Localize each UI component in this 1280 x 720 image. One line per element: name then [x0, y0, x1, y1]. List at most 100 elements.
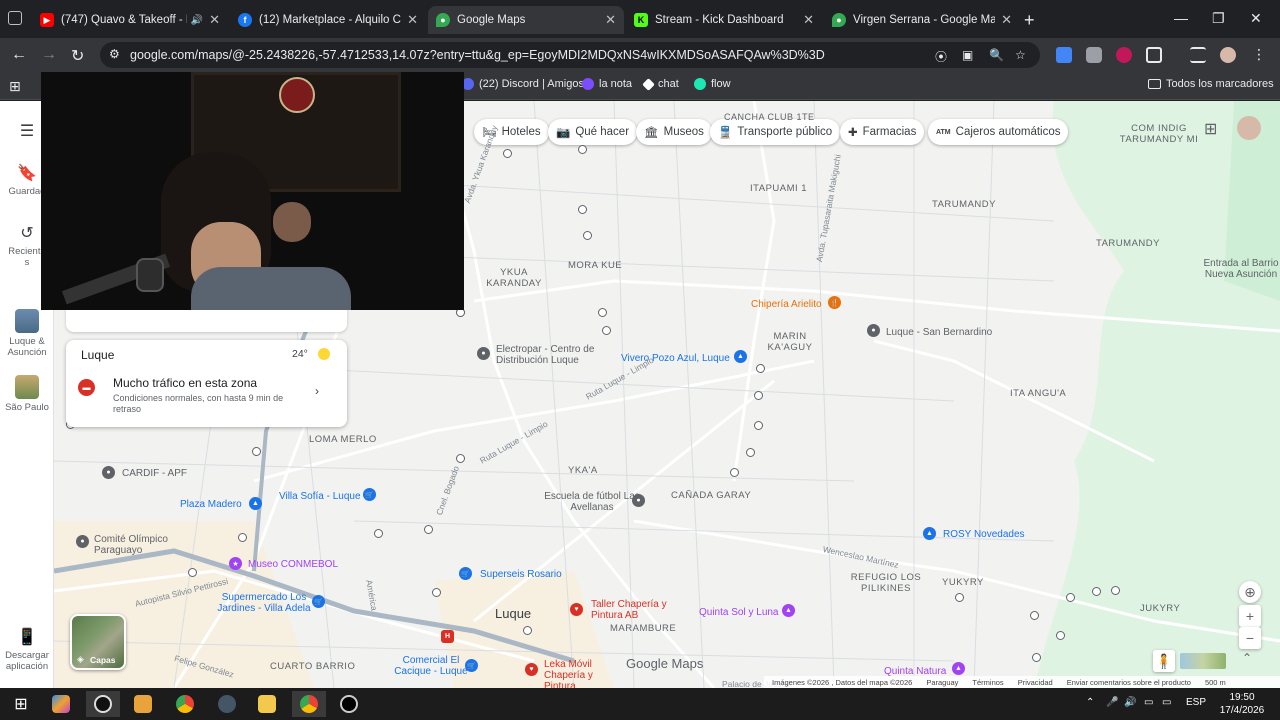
bus-stop-icon[interactable]: [1056, 631, 1065, 640]
footer-terms[interactable]: Términos: [972, 678, 1003, 687]
zoom-in-button[interactable]: +: [1239, 605, 1261, 627]
taskbar-chrome[interactable]: [168, 691, 202, 717]
close-tab-icon[interactable]: ✕: [803, 12, 814, 28]
bus-stop-icon[interactable]: [602, 326, 611, 335]
shopping-pin-icon[interactable]: 🛒: [363, 488, 376, 501]
place-label[interactable]: ROSY Novedades: [943, 529, 1025, 540]
chip-museums[interactable]: 🏛 Museos: [636, 119, 712, 145]
camera-extension-icon[interactable]: [1086, 47, 1102, 63]
bus-stop-icon[interactable]: [1032, 653, 1041, 662]
bus-stop-icon[interactable]: [374, 529, 383, 538]
repair-pin-icon[interactable]: ♥: [525, 663, 538, 676]
chevron-right-icon[interactable]: ›: [315, 384, 319, 398]
bookmark-flow[interactable]: flow: [694, 78, 731, 90]
install-app-icon[interactable]: ▣: [962, 48, 973, 62]
volume-icon[interactable]: 🔊: [1124, 697, 1136, 708]
bus-stop-icon[interactable]: [432, 588, 441, 597]
footer-privacy[interactable]: Privacidad: [1018, 678, 1053, 687]
bus-stop-icon[interactable]: [252, 447, 261, 456]
place-label[interactable]: Chipería Arielito: [751, 299, 822, 310]
recent-place-luque[interactable]: Luque & Asunción: [0, 309, 54, 358]
bookmark-la-nota[interactable]: la nota: [582, 78, 632, 90]
place-pin-icon[interactable]: ●: [477, 347, 490, 360]
my-location-button[interactable]: ⊕: [1239, 581, 1261, 603]
bus-stop-icon[interactable]: [188, 568, 197, 577]
bus-stop-icon[interactable]: [578, 205, 587, 214]
download-app-button[interactable]: 📱 Descargar aplicación: [0, 627, 54, 672]
restaurant-pin-icon[interactable]: 🍴: [828, 296, 841, 309]
chip-things-to-do[interactable]: 📷 Qué hacer: [548, 119, 638, 145]
place-label[interactable]: Comercial El Cacique - Luque: [394, 655, 468, 677]
bus-stop-icon[interactable]: [1030, 611, 1039, 620]
park-pin-icon[interactable]: ▲: [249, 497, 262, 510]
place-label[interactable]: Electropar - Centro de Distribución Luqu…: [496, 344, 596, 366]
bus-stop-icon[interactable]: [756, 364, 765, 373]
place-label[interactable]: Taller Chapería y Pintura AB: [591, 599, 669, 621]
bus-stop-icon[interactable]: [523, 626, 532, 635]
bus-stop-icon[interactable]: [754, 421, 763, 430]
bus-stop-icon[interactable]: [1092, 587, 1101, 596]
tab-search-icon[interactable]: [8, 11, 22, 25]
place-label[interactable]: Superseis Rosario: [480, 569, 562, 580]
reload-icon[interactable]: ↻: [71, 46, 84, 66]
bookmark-discord[interactable]: (22) Discord | Amigos: [462, 78, 584, 90]
bookmark-chat[interactable]: chat: [642, 77, 679, 91]
layers-button[interactable]: ◈ Capas: [70, 614, 126, 670]
menu-kebab-icon[interactable]: ⋮: [1252, 46, 1266, 63]
place-pin-icon[interactable]: ●: [102, 466, 115, 479]
tab-youtube[interactable]: ▶ (747) Quavo & Takeoff - HO 🔊 ✕: [32, 6, 228, 34]
traffic-card[interactable]: Luque 24° ▬ Mucho tráfico en esta zona C…: [66, 340, 347, 427]
bus-stop-icon[interactable]: [1111, 586, 1120, 595]
tab-kick[interactable]: K Stream - Kick Dashboard ✕: [626, 6, 822, 34]
close-window-icon[interactable]: ✕: [1250, 10, 1262, 27]
bus-stop-icon[interactable]: [1066, 593, 1075, 602]
tab-virgen-serrana[interactable]: ● Virgen Serrana - Google Maps ✕: [824, 6, 1020, 34]
taskbar-explorer[interactable]: [250, 691, 284, 717]
recent-place-sao-paulo[interactable]: São Paulo: [0, 375, 54, 413]
shopping-pin-icon[interactable]: 🛒: [459, 567, 472, 580]
extensions-puzzle-icon[interactable]: [1146, 47, 1162, 63]
site-info-icon[interactable]: ⚙: [109, 47, 120, 61]
place-label[interactable]: Escuela de fútbol Las Avellanas: [544, 491, 640, 513]
garden-pin-icon[interactable]: ▲: [734, 350, 747, 363]
place-label[interactable]: Comité Olímpico Paraguayo: [94, 534, 174, 556]
footer-region[interactable]: Paraguay: [926, 678, 958, 687]
terrain-preview[interactable]: [1180, 653, 1226, 669]
shopping-pin-icon[interactable]: ▲: [923, 527, 936, 540]
close-tab-icon[interactable]: ✕: [605, 12, 616, 28]
apps-grid-icon[interactable]: ⊞: [9, 78, 21, 95]
chip-pharmacies[interactable]: ✚ Farmacias: [840, 119, 925, 145]
hospital-pin-icon[interactable]: H: [441, 630, 454, 643]
media-control-icon[interactable]: [1190, 47, 1206, 63]
account-avatar[interactable]: [1237, 116, 1261, 140]
place-label[interactable]: Quinta Sol y Luna: [699, 607, 779, 618]
all-bookmarks[interactable]: Todos los marcadores: [1148, 78, 1274, 90]
bookmark-star-icon[interactable]: ☆: [1015, 48, 1026, 62]
taskbar-obs[interactable]: [86, 691, 120, 717]
repair-pin-icon[interactable]: ♥: [570, 603, 583, 616]
bus-stop-icon[interactable]: [730, 468, 739, 477]
taskbar-copilot[interactable]: [44, 691, 78, 717]
new-tab-icon[interactable]: +: [1024, 10, 1035, 31]
place-label[interactable]: CARDIF - APF: [122, 468, 187, 479]
translate-icon[interactable]: [1056, 47, 1072, 63]
place-pin-icon[interactable]: ●: [76, 535, 89, 548]
location-icon[interactable]: ⦿: [935, 48, 947, 65]
microphone-icon[interactable]: 🎤: [1106, 697, 1118, 708]
bus-stop-icon[interactable]: [456, 454, 465, 463]
place-label[interactable]: Villa Sofía - Luque: [279, 491, 361, 502]
bus-stop-icon[interactable]: [583, 231, 592, 240]
close-tab-icon[interactable]: ✕: [1001, 12, 1012, 28]
taskbar-media[interactable]: [126, 691, 160, 717]
zoom-icon[interactable]: 🔍: [989, 48, 1004, 62]
ublock-icon[interactable]: [1116, 47, 1132, 63]
back-icon[interactable]: ←: [11, 46, 27, 64]
place-label[interactable]: Plaza Madero: [180, 499, 242, 510]
bus-stop-icon[interactable]: [598, 308, 607, 317]
place-label[interactable]: Leka Móvil Chapería y Pintura: [544, 659, 624, 688]
network-icon[interactable]: ▭: [1162, 697, 1171, 708]
footer-feedback[interactable]: Enviar comentarios sobre el producto: [1067, 678, 1191, 687]
forward-icon[interactable]: →: [41, 46, 57, 64]
bus-stop-icon[interactable]: [578, 145, 587, 154]
restore-icon[interactable]: ❐: [1212, 10, 1225, 27]
